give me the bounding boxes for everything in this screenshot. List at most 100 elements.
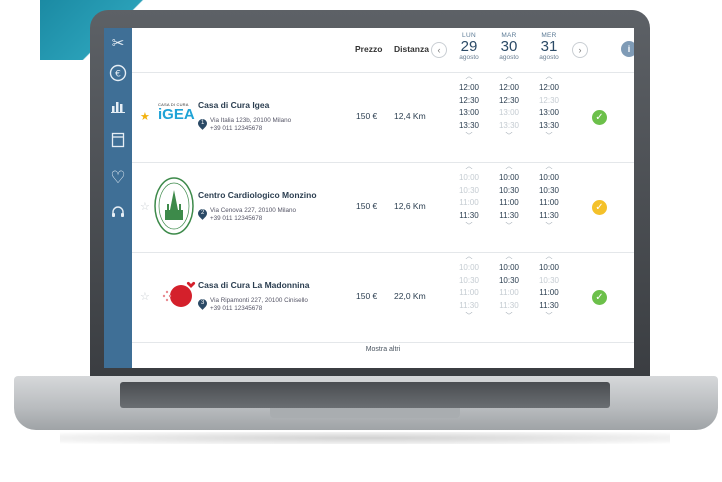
scissors-icon[interactable]: ✂ [108,34,128,54]
clinic-price: 150 € [356,111,378,121]
chevron-down-icon[interactable]: ﹀ [529,222,569,232]
chevron-up-icon[interactable]: ︿ [529,252,569,262]
time-slot[interactable]: 12:00 [449,82,489,95]
address-line: Via Cenova 227, 20100 Milano [210,207,297,214]
time-slot[interactable]: 10:30 [529,185,569,198]
time-slot: 11:30 [499,300,519,310]
time-slot[interactable]: 10:00 [489,262,529,275]
time-slot[interactable]: 12:00 [529,82,569,95]
time-slot[interactable]: 13:00 [449,107,489,120]
time-slot[interactable]: 12:00 [489,82,529,95]
day-month: agosto [539,54,559,61]
time-slot[interactable]: 11:30 [489,210,529,223]
chevron-down-icon[interactable]: ﹀ [449,312,489,322]
laptop-screen: ✂ € ♡ Prezzo Distanza ‹ LUN 29 agosto MA… [104,28,634,368]
time-slot[interactable]: 11:00 [529,197,569,210]
clinic-distance: 22,0 Km [394,291,426,301]
address-line: Via Italia 123b, 20100 Milano [210,117,292,124]
map-pin-icon: 1 [196,117,209,130]
time-slot[interactable]: 10:00 [489,172,529,185]
time-slot[interactable]: 11:30 [449,210,489,223]
chevron-down-icon[interactable]: ﹀ [449,132,489,142]
time-slot[interactable]: 11:30 [529,300,569,313]
chevron-up-icon[interactable]: ︿ [449,162,489,172]
clinic-row-monzino[interactable]: ☆ Centro Cardiologico Monzino 2 Via Ceno… [132,162,634,253]
time-slot[interactable]: 10:30 [489,185,529,198]
slots-mon: ︿ 10:00 10:30 11:00 11:30 ﹀ [449,252,489,322]
chart-icon[interactable] [108,98,128,118]
prev-days-button[interactable]: ‹ [431,42,447,58]
time-slot[interactable]: 13:00 [529,107,569,120]
time-slot[interactable]: 11:30 [529,210,569,223]
time-slot[interactable]: 10:00 [529,262,569,275]
chevron-down-icon[interactable]: ﹀ [529,312,569,322]
chevron-up-icon[interactable]: ︿ [529,72,569,82]
day-month: agosto [499,54,519,61]
pin-number: 1 [200,120,205,126]
status-check-icon: ✓ [592,110,607,125]
time-slot[interactable]: 10:30 [489,275,529,288]
chevron-down-icon[interactable]: ﹀ [489,132,529,142]
time-slot[interactable]: 13:30 [449,120,489,133]
clinic-distance: 12,6 Km [394,201,426,211]
chevron-up-icon[interactable]: ︿ [489,252,529,262]
slots-mon: ︿ 12:00 12:30 13:00 13:30 ﹀ [449,72,489,142]
clinic-address: Via Italia 123b, 20100 Milano +39 011 12… [210,117,291,133]
map-pin-icon: 2 [196,207,209,220]
time-slot: 11:30 [459,300,479,310]
chevron-down-icon[interactable]: ﹀ [489,312,529,322]
chevron-up-icon[interactable]: ︿ [449,72,489,82]
chevron-up-icon[interactable]: ︿ [489,72,529,82]
chevron-down-icon[interactable]: ﹀ [449,222,489,232]
favorite-star-icon[interactable]: ☆ [140,200,150,213]
slots-tue: ︿ 10:00 10:30 11:00 11:30 ﹀ [489,162,529,232]
time-slot: 10:30 [538,275,560,285]
favorite-star-icon[interactable]: ★ [140,110,150,123]
clinic-distance: 12,4 Km [394,111,426,121]
time-slot: 13:00 [498,108,520,117]
time-slot[interactable]: 12:30 [449,95,489,108]
status-check-icon: ✓ [592,290,607,305]
time-slot: 12:30 [538,95,560,105]
clinic-price: 150 € [356,201,378,211]
chevron-down-icon[interactable]: ﹀ [529,132,569,142]
chevron-up-icon[interactable]: ︿ [529,162,569,172]
address-line: Via Ripamonti 227, 20100 Cinisello [210,297,308,304]
day-month: agosto [459,54,479,61]
slots-tue: ︿ 10:00 10:30 11:00 11:30 ﹀ [489,252,529,322]
chevron-down-icon[interactable]: ﹀ [489,222,529,232]
euro-icon[interactable]: € [108,64,128,84]
day-number: 30 [500,38,518,55]
clinic-name[interactable]: Casa di Cura Igea [198,100,269,110]
document-icon[interactable] [108,132,128,152]
clinic-row-igea[interactable]: ★ CASA DI CURA iGEA Casa di Cura Igea 1 … [132,72,634,163]
map-pin-icon: 3 [196,297,209,310]
time-slot[interactable]: 11:00 [489,197,529,210]
time-slot: 10:30 [458,185,480,195]
clinic-name[interactable]: Centro Cardiologico Monzino [198,190,317,200]
phone-line: +39 011 12345678 [210,305,263,312]
time-slot[interactable]: 10:00 [529,172,569,185]
price-column-label: Prezzo [355,44,383,54]
time-slot[interactable]: 11:00 [529,287,569,300]
madonnina-logo [160,280,196,315]
clinic-row-madonnina[interactable]: ☆ Casa di Cura La Madonnina 3 Via Ripamo… [132,252,634,343]
time-slot: 13:30 [498,120,520,130]
clinic-price: 150 € [356,291,378,301]
show-more-link[interactable]: Mostra altri [132,346,634,353]
chevron-up-icon[interactable]: ︿ [449,252,489,262]
info-icon[interactable]: i [621,41,634,57]
heart-icon[interactable]: ♡ [108,168,128,188]
time-slot: 10:30 [458,275,480,285]
day-number: 29 [460,38,478,55]
clinic-address: Via Cenova 227, 20100 Milano +39 011 123… [210,207,296,223]
time-slot[interactable]: 12:30 [489,95,529,108]
chevron-up-icon[interactable]: ︿ [489,162,529,172]
slots-mon: ︿ 10:00 10:30 11:00 11:30 ﹀ [449,162,489,232]
sidebar: ✂ € ♡ [104,28,132,368]
favorite-star-icon[interactable]: ☆ [140,290,150,303]
clinic-name[interactable]: Casa di Cura La Madonnina [198,280,309,290]
time-slot[interactable]: 13:30 [529,120,569,133]
next-days-button[interactable]: › [572,42,588,58]
headset-icon[interactable] [108,204,128,224]
